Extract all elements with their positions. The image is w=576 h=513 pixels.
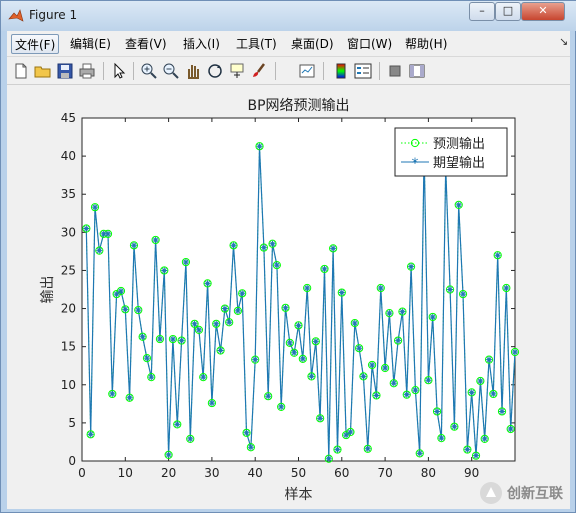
link-plot-icon[interactable] xyxy=(297,61,317,81)
menu-help[interactable]: 帮助(H) xyxy=(402,34,450,54)
minimize-button[interactable]: – xyxy=(469,2,495,21)
x-tick-label: 70 xyxy=(377,466,392,480)
plot-axes[interactable]: BP网络预测输出 样本 输出 0 5 10 15 20 25 30 35 40 45 0 10 20 30… xyxy=(7,85,570,509)
legend-icon[interactable] xyxy=(353,61,373,81)
y-tick-label: 10 xyxy=(61,378,76,392)
print-icon[interactable] xyxy=(77,61,97,81)
toolbar-separator xyxy=(275,62,276,80)
expected-point xyxy=(312,338,319,345)
expected-point xyxy=(412,387,419,394)
y-tick-label: 0 xyxy=(68,454,76,468)
x-tick-label: 60 xyxy=(334,466,349,480)
pointer-icon[interactable] xyxy=(109,61,129,81)
legend-marker-expected: * xyxy=(412,156,419,172)
toolbar-separator xyxy=(379,62,380,80)
x-tick-label: 10 xyxy=(118,466,133,480)
title-bar[interactable]: Figure 1 – □ ✕ xyxy=(1,1,576,31)
legend[interactable]: 预测输出 * 期望输出 xyxy=(394,127,508,177)
expected-point xyxy=(373,392,380,399)
toolbar-separator xyxy=(103,62,104,80)
menu-tools[interactable]: 工具(T) xyxy=(233,34,280,54)
pan-icon[interactable] xyxy=(183,61,203,81)
toolbar-separator xyxy=(133,62,134,80)
expected-point xyxy=(460,291,467,298)
x-tick-label: 20 xyxy=(161,466,176,480)
window-title: Figure 1 xyxy=(29,8,78,22)
expected-point xyxy=(364,445,371,452)
menu-edit[interactable]: 编辑(E) xyxy=(67,34,114,54)
expected-point xyxy=(148,374,155,381)
save-icon[interactable] xyxy=(55,61,75,81)
colorbar-icon[interactable] xyxy=(331,61,351,81)
expected-point xyxy=(109,390,116,397)
x-axis-label: 样本 xyxy=(285,487,313,503)
y-tick-label: 35 xyxy=(61,187,76,201)
y-tick-label: 40 xyxy=(61,149,76,163)
rotate-3d-icon[interactable] xyxy=(205,61,225,81)
y-tick-label: 25 xyxy=(61,263,76,277)
x-tick-label: 50 xyxy=(291,466,306,480)
brand-logo-icon xyxy=(480,482,502,504)
menu-bar: 文件(F) 编辑(E) 查看(V) 插入(I) 工具(T) 桌面(D) 窗口(W… xyxy=(7,31,570,57)
new-figure-icon[interactable] xyxy=(11,61,31,81)
legend-label-expected: 期望输出 xyxy=(433,155,485,171)
chart-title: BP网络预测输出 xyxy=(247,98,349,114)
figure-toolbar xyxy=(7,57,570,85)
show-plot-tools-icon[interactable] xyxy=(407,61,427,81)
expected-point xyxy=(490,390,497,397)
close-button[interactable]: ✕ xyxy=(521,2,565,21)
brush-icon[interactable] xyxy=(249,61,269,81)
menu-view[interactable]: 查看(V) xyxy=(122,34,170,54)
menu-insert[interactable]: 插入(I) xyxy=(180,34,223,54)
expected-point xyxy=(382,365,389,372)
toolbar-separator xyxy=(323,62,324,80)
hide-plot-tools-icon[interactable] xyxy=(385,61,405,81)
menu-desktop[interactable]: 桌面(D) xyxy=(288,34,337,54)
zoom-out-icon[interactable] xyxy=(161,61,181,81)
figure-canvas[interactable]: BP网络预测输出 样本 输出 0 5 10 15 20 25 30 35 40 45 0 10 20 30… xyxy=(7,85,570,509)
expected-point xyxy=(512,349,518,356)
expected-point xyxy=(117,288,124,295)
expected-point xyxy=(317,415,324,422)
x-tick-label: 40 xyxy=(248,466,263,480)
figure-window: Figure 1 – □ ✕ 文件(F) 编辑(E) 查看(V) 插入(I) 工… xyxy=(0,0,576,513)
data-cursor-icon[interactable] xyxy=(227,61,247,81)
x-tick-label: 90 xyxy=(464,466,479,480)
y-tick-label: 5 xyxy=(68,416,76,430)
expected-point xyxy=(503,284,510,291)
y-tick-label: 20 xyxy=(61,302,76,316)
y-tick-label: 30 xyxy=(61,225,76,239)
menu-file[interactable]: 文件(F) xyxy=(11,34,60,54)
menu-window[interactable]: 窗口(W) xyxy=(344,34,395,54)
expected-point xyxy=(304,284,311,291)
expected-point xyxy=(286,339,293,346)
expected-point xyxy=(425,377,432,384)
legend-label-predicted: 预测输出 xyxy=(433,136,485,152)
watermark: 创新互联 xyxy=(479,480,575,506)
expected-point xyxy=(343,432,350,439)
y-tick-label: 45 xyxy=(61,111,76,125)
expected-point xyxy=(347,429,354,436)
expected-point xyxy=(395,337,402,344)
maximize-button[interactable]: □ xyxy=(495,2,521,21)
y-tick-label: 15 xyxy=(61,340,76,354)
menubar-overflow-icon[interactable]: ↘ xyxy=(559,35,568,48)
watermark-text: 创新互联 xyxy=(507,486,563,502)
expected-point xyxy=(113,291,120,298)
x-tick-label: 30 xyxy=(204,466,219,480)
x-tick-label: 0 xyxy=(78,466,86,480)
y-axis-label: 输出 xyxy=(40,276,56,304)
x-tick-label: 80 xyxy=(421,466,436,480)
open-file-icon[interactable] xyxy=(33,61,53,81)
zoom-in-icon[interactable] xyxy=(139,61,159,81)
matlab-icon xyxy=(8,8,24,24)
